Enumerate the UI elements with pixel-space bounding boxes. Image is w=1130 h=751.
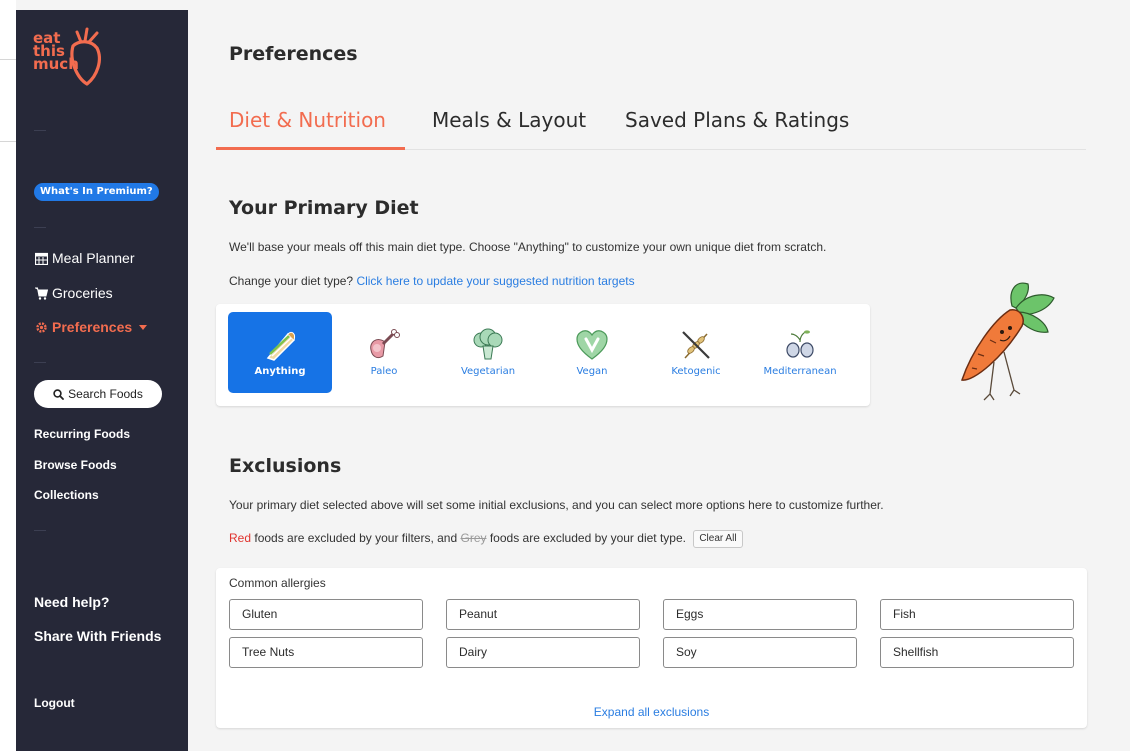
- meat-leg-icon: [367, 328, 401, 362]
- eat-this-much-logo[interactable]: eat this much: [33, 27, 123, 94]
- change-diet-prefix: Change your diet type?: [229, 274, 354, 288]
- preferences-tabs: Diet & Nutrition Meals & Layout Saved Pl…: [216, 100, 1086, 150]
- crossed-wheat-icon: [679, 328, 713, 362]
- sidebar-item-label: Groceries: [52, 285, 113, 301]
- exclusion-shellfish[interactable]: Shellfish: [880, 637, 1074, 668]
- exclusion-gluten[interactable]: Gluten: [229, 599, 423, 630]
- sidebar-link-need-help[interactable]: Need help?: [34, 594, 109, 610]
- exclusions-legend: Red foods are excluded by your filters, …: [229, 530, 743, 548]
- exclusions-heading: Exclusions: [229, 455, 342, 477]
- logo-carrot-icon: [70, 27, 101, 86]
- tab-diet-nutrition[interactable]: Diet & Nutrition: [229, 108, 386, 132]
- page-title: Preferences: [229, 43, 358, 65]
- sidebar-item-meal-planner[interactable]: Meal Planner: [34, 249, 135, 267]
- primary-diet-heading: Your Primary Diet: [229, 197, 419, 219]
- chevron-down-icon: [139, 324, 148, 330]
- sidebar-divider: [34, 362, 46, 363]
- diet-option-label: Ketogenic: [671, 366, 721, 377]
- sandwich-icon: [262, 328, 298, 362]
- exclusion-soy[interactable]: Soy: [663, 637, 857, 668]
- legend-end-text: foods are excluded by your diet type.: [489, 531, 686, 546]
- diet-option-vegetarian[interactable]: Vegetarian: [436, 312, 540, 393]
- calendar-icon: [34, 251, 48, 265]
- diet-option-label: Vegan: [576, 366, 608, 377]
- cart-icon: [34, 286, 48, 300]
- exclusion-eggs[interactable]: Eggs: [663, 599, 857, 630]
- broccoli-icon: [471, 328, 505, 362]
- sidebar-link-share[interactable]: Share With Friends: [34, 628, 161, 644]
- sidebar-divider: [34, 227, 46, 228]
- carrot-mascot-illustration: [961, 282, 1055, 401]
- sidebar-item-groceries[interactable]: Groceries: [34, 284, 113, 302]
- sidebar-link-recurring-foods[interactable]: Recurring Foods: [34, 427, 130, 441]
- edge-divider: [0, 59, 16, 60]
- diet-option-label: Vegetarian: [460, 366, 516, 377]
- diet-option-label: Anything: [254, 366, 306, 377]
- diet-option-ketogenic[interactable]: Ketogenic: [644, 312, 748, 393]
- sidebar-item-label: Preferences: [52, 319, 133, 335]
- sidebar-divider: [34, 130, 46, 131]
- update-nutrition-targets-link[interactable]: Click here to update your suggested nutr…: [356, 274, 634, 288]
- common-allergies-label: Common allergies: [229, 576, 326, 590]
- sidebar-item-label: Meal Planner: [52, 250, 135, 266]
- expand-all-exclusions-link[interactable]: Expand all exclusions: [216, 705, 1087, 719]
- tab-saved-plans[interactable]: Saved Plans & Ratings: [625, 108, 849, 132]
- active-tab-indicator: [216, 147, 405, 150]
- diet-option-vegan[interactable]: Vegan: [540, 312, 644, 393]
- edge-divider: [0, 141, 16, 142]
- premium-badge[interactable]: What's In Premium?: [34, 183, 159, 201]
- exclusion-peanut[interactable]: Peanut: [446, 599, 640, 630]
- exclusion-tree-nuts[interactable]: Tree Nuts: [229, 637, 423, 668]
- tab-meals-layout[interactable]: Meals & Layout: [432, 108, 586, 132]
- diet-option-paleo[interactable]: Paleo: [332, 312, 436, 393]
- sidebar-item-preferences[interactable]: Preferences: [34, 318, 148, 336]
- legend-grey-word: Grey: [460, 531, 487, 546]
- exclusion-fish[interactable]: Fish: [880, 599, 1074, 630]
- exclusion-dairy[interactable]: Dairy: [446, 637, 640, 668]
- sidebar-link-collections[interactable]: Collections: [34, 488, 99, 502]
- search-foods-label: Search Foods: [68, 387, 143, 401]
- change-diet-text: Change your diet type? Click here to upd…: [229, 274, 635, 288]
- legend-middle-text: foods are excluded by your filters, and: [254, 531, 458, 546]
- exclusions-card: Common allergies Gluten Peanut Eggs Fish…: [216, 568, 1087, 728]
- heart-v-icon: [575, 328, 609, 362]
- exclusions-description: Your primary diet selected above will se…: [229, 498, 884, 512]
- logout-link[interactable]: Logout: [34, 696, 75, 710]
- diet-type-selector: Anything Paleo Vegetarian Vegan Ketogeni…: [216, 304, 870, 406]
- search-foods-button[interactable]: Search Foods: [34, 380, 162, 408]
- clear-all-button[interactable]: Clear All: [693, 530, 743, 548]
- olives-icon: [783, 328, 817, 362]
- diet-option-label: Mediterranean: [763, 366, 837, 377]
- diet-option-label: Paleo: [370, 366, 398, 377]
- diet-option-mediterranean[interactable]: Mediterranean: [748, 312, 852, 393]
- legend-red-word: Red: [229, 531, 252, 546]
- search-icon: [53, 388, 65, 400]
- sidebar: eat this much What's In Premium? Meal Pl…: [16, 10, 188, 751]
- sidebar-divider: [34, 530, 46, 531]
- gear-icon: [34, 320, 48, 334]
- left-edge-strip: [0, 0, 16, 751]
- diet-option-anything[interactable]: Anything: [228, 312, 332, 393]
- sidebar-link-browse-foods[interactable]: Browse Foods: [34, 458, 117, 472]
- primary-diet-description: We'll base your meals off this main diet…: [229, 240, 827, 254]
